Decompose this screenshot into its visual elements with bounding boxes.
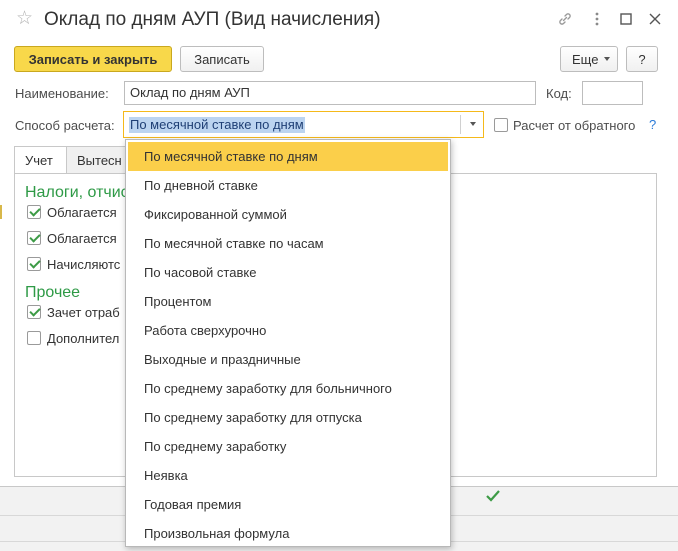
left-edge-marker	[0, 205, 2, 219]
calc-method-select[interactable]: По месячной ставке по дням	[123, 111, 484, 138]
name-input[interactable]: Оклад по дням АУП	[124, 81, 536, 105]
calc-method-value: По месячной ставке по дням	[129, 117, 305, 133]
save-button[interactable]: Записать	[180, 46, 264, 72]
dropdown-option[interactable]: По месячной ставке по дням	[128, 142, 448, 171]
check-accrued-label: Начисляютс	[47, 257, 121, 272]
name-label: Наименование:	[15, 86, 109, 101]
favorite-star-icon[interactable]: ☆	[16, 8, 33, 30]
combo-separator	[460, 115, 461, 134]
help-button[interactable]: ?	[626, 46, 658, 72]
save-and-close-button[interactable]: Записать и закрыть	[14, 46, 172, 72]
check-taxed-1[interactable]	[27, 205, 41, 219]
dropdown-arrow-icon[interactable]	[470, 122, 476, 126]
close-icon[interactable]	[646, 10, 664, 28]
reverse-calc-help-link[interactable]: ?	[649, 117, 656, 132]
code-label: Код:	[546, 86, 572, 101]
code-input[interactable]	[582, 81, 643, 105]
check-taxed-2-label: Облагается	[47, 231, 117, 246]
link-icon[interactable]	[556, 10, 574, 28]
taxes-group-title: Налоги, отчис	[25, 184, 129, 201]
more-button-label: Еще	[572, 51, 599, 67]
dropdown-option[interactable]: По часовой ставке	[128, 258, 448, 287]
reverse-calc-label: Расчет от обратного	[513, 118, 636, 133]
check-additional-label: Дополнител	[47, 331, 120, 346]
dropdown-option[interactable]: По месячной ставке по часам	[128, 229, 448, 258]
tab-accounting[interactable]: Учет	[14, 146, 67, 174]
window-title: Оклад по дням АУП (Вид начисления)	[44, 9, 381, 30]
calc-method-label: Способ расчета:	[15, 118, 115, 133]
dropdown-option[interactable]: По среднему заработку	[128, 432, 448, 461]
tab-displacement[interactable]: Вытесн	[66, 146, 126, 174]
dropdown-option[interactable]: Годовая премия	[128, 490, 448, 519]
more-button[interactable]: Еще	[560, 46, 618, 72]
dropdown-option[interactable]: Процентом	[128, 287, 448, 316]
calc-method-dropdown: По месячной ставке по дням По дневной ст…	[125, 139, 451, 547]
dropdown-option[interactable]: Произвольная формула	[128, 519, 448, 548]
success-check-icon	[486, 490, 500, 502]
dropdown-option[interactable]: Работа сверхурочно	[128, 316, 448, 345]
dropdown-option[interactable]: По среднему заработку для больничного	[128, 374, 448, 403]
dropdown-option[interactable]: Выходные и праздничные	[128, 345, 448, 374]
check-additional[interactable]	[27, 331, 41, 345]
check-worked-offset-label: Зачет отраб	[47, 305, 120, 320]
check-worked-offset[interactable]	[27, 305, 41, 319]
other-group-title: Прочее	[25, 284, 81, 301]
dropdown-option[interactable]: Фиксированной суммой	[128, 200, 448, 229]
check-accrued[interactable]	[27, 257, 41, 271]
check-taxed-2[interactable]	[27, 231, 41, 245]
dropdown-option[interactable]: По среднему заработку для отпуска	[128, 403, 448, 432]
caret-down-icon	[604, 57, 611, 61]
more-vertical-icon[interactable]	[588, 10, 606, 28]
title-bar: ☆ Оклад по дням АУП (Вид начисления)	[0, 0, 678, 40]
check-taxed-1-label: Облагается	[47, 205, 117, 220]
dropdown-option[interactable]: По дневной ставке	[128, 171, 448, 200]
reverse-calc-checkbox[interactable]	[494, 118, 508, 132]
dropdown-option[interactable]: Неявка	[128, 461, 448, 490]
maximize-icon[interactable]	[617, 10, 635, 28]
